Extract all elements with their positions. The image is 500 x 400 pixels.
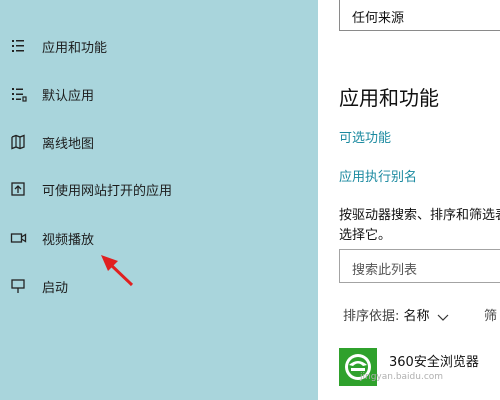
- dropdown-value: 任何来源: [352, 11, 405, 26]
- sort-dropdown[interactable]: 排序依据: 名称: [343, 305, 450, 324]
- sidebar-item-website-apps[interactable]: 可使用网站打开的应用: [0, 169, 318, 209]
- description-text: 按驱动器搜索、排序和筛选表中选择它。: [339, 208, 500, 243]
- sidebar-item-label: 应用和功能: [42, 41, 108, 56]
- filter-dropdown[interactable]: 筛: [484, 305, 497, 324]
- sidebar-item-offline-maps[interactable]: 离线地图: [0, 122, 318, 162]
- sidebar-item-video-playback[interactable]: 视频播放: [0, 218, 318, 258]
- sidebar-item-label: 视频播放: [42, 233, 95, 248]
- open-in-icon: [11, 182, 25, 196]
- search-input[interactable]: 搜索此列表: [339, 249, 500, 283]
- sidebar-item-default-apps[interactable]: 默认应用: [0, 74, 318, 114]
- apps-list-icon: [12, 40, 24, 52]
- main-panel: 任何来源 应用和功能 可选功能 应用执行别名 按驱动器搜索、排序和筛选表中选择它…: [318, 0, 500, 400]
- app-name: 360安全浏览器: [389, 355, 479, 370]
- sidebar-item-startup[interactable]: 启动: [0, 266, 318, 306]
- sidebar-item-label: 默认应用: [42, 89, 95, 104]
- sidebar: 应用和功能 默认应用 离线地图 可使用网站打开的应用 视频播放 启动: [0, 0, 318, 400]
- sort-value: 名称: [403, 309, 430, 324]
- sort-label: 排序依据:: [343, 309, 400, 324]
- sidebar-item-label: 离线地图: [42, 137, 95, 152]
- chevron-down-icon: [437, 314, 449, 321]
- app-execution-alias-link[interactable]: 应用执行别名: [339, 166, 417, 185]
- video-icon: [10, 233, 27, 243]
- section-title: 应用和功能: [339, 86, 439, 110]
- app-source-dropdown[interactable]: 任何来源: [339, 0, 500, 31]
- watermark: jingyan.baidu.com: [360, 372, 444, 382]
- app-list-item[interactable]: 360安全浏览器: [339, 345, 500, 390]
- sidebar-item-label: 启动: [42, 281, 69, 296]
- sidebar-item-apps-features[interactable]: 应用和功能: [0, 26, 318, 66]
- sidebar-item-label: 可使用网站打开的应用: [42, 184, 173, 199]
- startup-icon: [11, 279, 25, 293]
- offline-map-icon: [11, 134, 25, 150]
- search-placeholder: 搜索此列表: [352, 263, 418, 278]
- optional-features-link[interactable]: 可选功能: [339, 127, 391, 146]
- red-arrow-annotation: [101, 255, 134, 287]
- default-apps-icon: [12, 88, 27, 102]
